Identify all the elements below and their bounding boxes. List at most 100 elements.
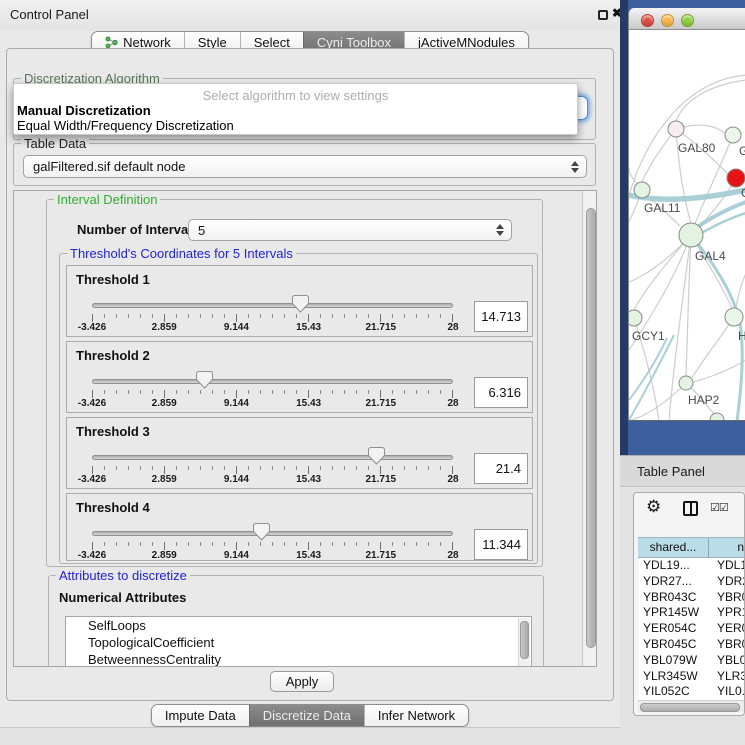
scale-tick-label: 21.715	[366, 550, 397, 561]
scale-tick-label: 2.859	[152, 322, 177, 333]
apply-button[interactable]: Apply	[270, 671, 334, 692]
float-window-icon[interactable]	[598, 10, 608, 20]
slider-scale: -3.426 2.859 9.144 15.43 21.715 28	[92, 550, 453, 562]
node-partial-bottom[interactable]	[710, 413, 724, 421]
bottom-tab-group: Impute Data Discretize Data Infer Networ…	[151, 704, 469, 727]
zoom-traffic-light-icon[interactable]	[681, 14, 694, 27]
node-gal11[interactable]	[634, 182, 650, 198]
column-header-name[interactable]: n	[709, 538, 745, 557]
threshold-4-slider-track[interactable]	[92, 531, 453, 536]
table-row[interactable]: YBR045CYBR0...	[638, 637, 745, 653]
threshold-3-slider-thumb[interactable]	[368, 447, 385, 465]
table-data-combobox[interactable]: galFiltered.sif default node	[23, 155, 587, 178]
cell: YPR145W	[638, 605, 709, 621]
table-row[interactable]: YDR27...YDR2...	[638, 574, 745, 590]
table-panel-area: ⚙ ☑☑ shared... n YDL19...YDL1... YDR27..…	[620, 487, 745, 745]
tab-discretize-data[interactable]: Discretize Data	[249, 705, 364, 726]
table-row[interactable]: YBL079WYBL0...	[638, 653, 745, 669]
threshold-4-slider-thumb[interactable]	[253, 523, 270, 541]
bottom-tab-bar: Impute Data Discretize Data Infer Networ…	[0, 704, 620, 727]
horizontal-scrollbar-track[interactable]	[638, 700, 745, 712]
table-row[interactable]: YIL052CYIL0...	[638, 684, 745, 700]
label-partial-top: GA	[739, 144, 745, 158]
cell: YBL079W	[638, 653, 709, 669]
node-hap2[interactable]	[679, 376, 693, 390]
threshold-1-value-field[interactable]	[474, 301, 528, 332]
table-data-group: Table Data galFiltered.sif default node	[13, 143, 596, 186]
threshold-2-slider-thumb[interactable]	[196, 371, 213, 389]
threshold-1-slider-thumb[interactable]	[292, 295, 309, 313]
threshold-2-label: Threshold 2	[76, 348, 150, 363]
slider-major-ticks	[92, 466, 454, 474]
scale-tick-label: 28	[447, 550, 458, 561]
scale-tick-label: 9.144	[224, 322, 249, 333]
list-item-selfloops[interactable]: SelfLoops	[66, 617, 531, 634]
list-scrollbar-thumb[interactable]	[520, 621, 529, 659]
threshold-3-value-field[interactable]	[474, 453, 528, 484]
threshold-3-slider-track[interactable]	[92, 455, 453, 460]
slider-scale: -3.426 2.859 9.144 15.43 21.715 28	[92, 322, 453, 334]
table-row[interactable]: YER054CYER0...	[638, 621, 745, 637]
cell: YDL19...	[638, 558, 709, 574]
cell: YER054C	[638, 621, 709, 637]
minimize-traffic-light-icon[interactable]	[661, 14, 674, 27]
threshold-2-slider-track[interactable]	[92, 379, 453, 384]
node-gal4[interactable]	[679, 223, 703, 247]
label-partial-red: C	[741, 186, 745, 200]
column-layout-icon[interactable]	[683, 501, 698, 516]
tab-infer-network[interactable]: Infer Network	[364, 705, 468, 726]
gear-icon[interactable]: ⚙	[646, 497, 661, 517]
table-row[interactable]: YDL19...YDL1...	[638, 558, 745, 574]
threshold-2-box: Threshold 2 -3.426 2.859 9.144 15.43 21.…	[66, 341, 533, 413]
list-scrollbar-track[interactable]	[518, 618, 530, 667]
table-row[interactable]: YLR345WYLR3...	[638, 669, 745, 685]
threshold-4-value-field[interactable]	[474, 529, 528, 560]
network-canvas[interactable]: GAL80 GA C GAL11 GAL4 GCY1 H HAP2	[628, 30, 745, 421]
node-gcy1[interactable]	[629, 310, 642, 326]
table-body: YDL19...YDL1... YDR27...YDR2... YBR043CY…	[638, 558, 745, 700]
scale-tick-label: -3.426	[78, 550, 106, 561]
list-item-topologicalcoefficient[interactable]: TopologicalCoefficient	[66, 634, 531, 651]
settings-scrollbar-thumb[interactable]	[586, 208, 596, 648]
tab-discretize-label: Discretize Data	[263, 708, 351, 723]
table-data-selected-value: galFiltered.sif default node	[33, 159, 185, 174]
column-header-shared-name[interactable]: shared...	[638, 538, 709, 557]
node-h[interactable]	[725, 308, 743, 326]
horizontal-scrollbar-thumb[interactable]	[640, 703, 740, 712]
settings-scrollbar-track[interactable]	[582, 191, 597, 667]
slider-scale: -3.426 2.859 9.144 15.43 21.715 28	[92, 398, 453, 410]
threshold-1-slider-track[interactable]	[92, 303, 453, 308]
scale-tick-label: 21.715	[366, 398, 397, 409]
threshold-3-box: Threshold 3 -3.426 2.859 9.144 15.43 21.…	[66, 417, 533, 489]
threshold-4-box: Threshold 4 -3.426 2.859 9.144 15.43 21.…	[66, 493, 533, 561]
scale-tick-label: 15.43	[296, 398, 321, 409]
thresholds-group: Threshold's Coordinates for 5 Intervals …	[59, 253, 538, 564]
popup-item-manual-discretization[interactable]: Manual Discretization	[17, 103, 151, 118]
attributes-legend: Attributes to discretize	[56, 568, 190, 583]
numerical-attributes-list: SelfLoops TopologicalCoefficient Between…	[65, 616, 532, 667]
cell: YIL0...	[709, 684, 745, 700]
popup-item-equal-width-frequency[interactable]: Equal Width/Frequency Discretization	[17, 118, 234, 133]
number-of-intervals-label: Number of Intervals	[77, 222, 199, 237]
threshold-2-value-field[interactable]	[474, 377, 528, 408]
node-partial-top[interactable]	[725, 127, 741, 143]
slider-major-ticks	[92, 390, 454, 398]
window-frame-edge	[620, 0, 628, 455]
table-row[interactable]: YBR043CYBR0...	[638, 590, 745, 606]
scale-tick-label: 28	[447, 398, 458, 409]
network-window-titlebar[interactable]	[628, 8, 745, 30]
numerical-attributes-label: Numerical Attributes	[59, 590, 186, 605]
control-panel-titlebar: Control Panel ✖	[0, 0, 620, 30]
scale-tick-label: 9.144	[224, 550, 249, 561]
algorithm-dropdown-popup: Select algorithm to view settings Manual…	[13, 83, 578, 135]
close-traffic-light-icon[interactable]	[641, 14, 654, 27]
interval-definition-group: Interval Definition Number of Intervals …	[46, 199, 543, 567]
node-gal80[interactable]	[668, 121, 684, 137]
tab-impute-data[interactable]: Impute Data	[152, 705, 249, 726]
list-item-betweennesscentrality[interactable]: BetweennessCentrality	[66, 651, 531, 667]
scale-tick-label: 2.859	[152, 474, 177, 485]
number-of-intervals-combobox[interactable]: 5	[188, 219, 512, 241]
node-selected-red[interactable]	[727, 169, 745, 187]
table-row[interactable]: YPR145WYPR1...	[638, 605, 745, 621]
checkbox-filter-icons[interactable]: ☑☑	[710, 501, 728, 514]
